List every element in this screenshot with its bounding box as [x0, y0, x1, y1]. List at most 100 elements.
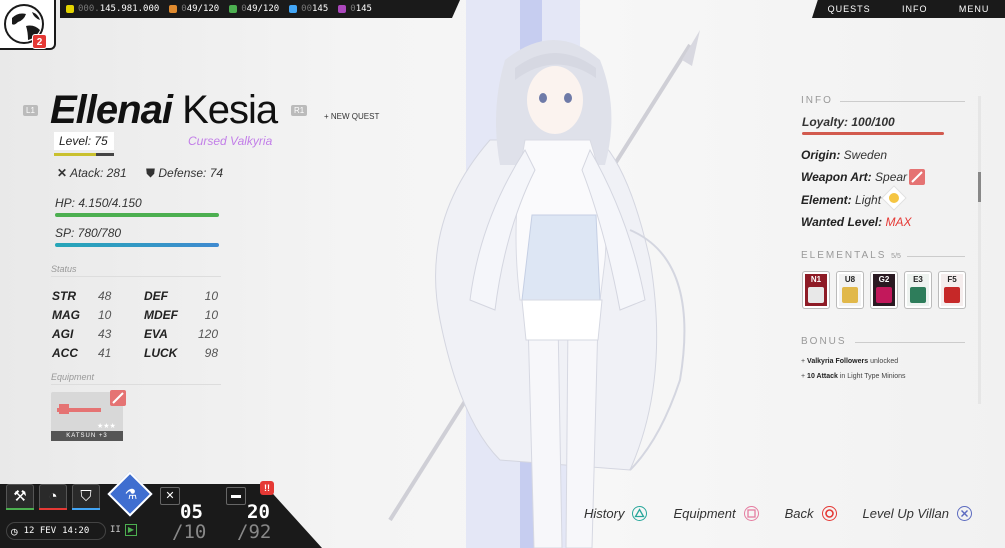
- tools-icon: ⚒: [13, 488, 27, 505]
- elemental-card-u8[interactable]: U8: [837, 272, 863, 308]
- info-button[interactable]: INFO: [902, 4, 928, 14]
- action-prompts: History Equipment Back Level Up Villan: [584, 506, 998, 521]
- equipment-name: KATSUN +3: [51, 431, 123, 441]
- resource-energy: 00 145: [289, 4, 328, 14]
- play-button[interactable]: ▶: [125, 524, 137, 536]
- defense-stat: ⛊ Defense: 74: [146, 166, 224, 180]
- bonus-label: BONUS: [801, 336, 847, 347]
- triangle-button-icon: [632, 506, 648, 521]
- status-row: STR 48 DEF 10: [52, 288, 218, 303]
- elemental-portrait: [910, 287, 926, 303]
- gems-icon: [338, 5, 347, 13]
- loyalty-label: Loyalty: 100/100: [802, 115, 895, 129]
- elemental-cards: N1 U8 G2 E3 F5: [803, 272, 965, 308]
- status-row: AGI 43 EVA 120: [52, 326, 218, 341]
- status-row: MAG 10 MDEF 10: [52, 307, 218, 322]
- units-counter-max: /92: [237, 521, 272, 543]
- bonus-line: + 10 Attack in Light Type Minions: [801, 373, 906, 380]
- status-label: Status: [51, 264, 77, 274]
- circle-button-icon: [821, 506, 837, 521]
- crates-icon: [169, 5, 178, 13]
- status-divider: [51, 276, 221, 277]
- quests-button[interactable]: QUESTS: [828, 4, 871, 14]
- square-button-icon: [743, 506, 759, 521]
- history-action[interactable]: History: [584, 506, 648, 521]
- origin-row: Origin: Sweden: [801, 148, 888, 162]
- character-name: Ellenai Kesia: [50, 86, 278, 134]
- scrollbar-track[interactable]: [978, 96, 981, 404]
- info-divider: [840, 101, 965, 102]
- bonus-line: + Valkyria Followers unlocked: [801, 358, 899, 365]
- level-bar-fill: [54, 153, 96, 156]
- last-name: Kesia: [182, 88, 278, 132]
- energy-icon: [289, 5, 298, 13]
- gun-icon[interactable]: ▬: [226, 487, 246, 505]
- flask-icon: ⚗: [124, 486, 138, 502]
- elemental-card-n1[interactable]: N1: [803, 272, 829, 308]
- loyalty-bar: [802, 132, 944, 135]
- timer-button[interactable]: ◔: [39, 484, 67, 510]
- hp-bar: [55, 213, 219, 217]
- back-action[interactable]: Back: [785, 506, 837, 521]
- battle-icon[interactable]: ✕: [160, 487, 180, 505]
- equipment-action[interactable]: Equipment: [673, 506, 759, 521]
- clock-icon: ◔: [48, 488, 58, 505]
- level-label: Level: 75: [54, 132, 114, 150]
- top-nav: QUESTS INFO MENU: [812, 0, 1005, 18]
- elemental-card-g2[interactable]: G2: [871, 272, 897, 308]
- elementals-label: ELEMENTALS 5/5: [801, 250, 901, 261]
- resource-gems: 0 145: [338, 4, 372, 14]
- elemental-portrait: [944, 287, 960, 303]
- shield-outline-icon: ⛉: [80, 488, 92, 505]
- first-name: Ellenai: [50, 88, 173, 132]
- minions-icon: [229, 5, 238, 13]
- status-grid: STR 48 DEF 10 MAG 10 MDEF 10 AGI 43 EVA 120 ACC 41…: [52, 286, 222, 362]
- resource-credits: 000. 145.981.000: [66, 4, 159, 14]
- level-up-villan-action[interactable]: Level Up Villan: [863, 506, 972, 521]
- info-label: INFO: [801, 95, 833, 106]
- status-row: ACC 41 LUCK 98: [52, 345, 218, 360]
- elemental-card-e3[interactable]: E3: [905, 272, 931, 308]
- world-map-button[interactable]: [0, 0, 56, 50]
- elemental-portrait: [808, 287, 824, 303]
- swords-icon: ✕: [57, 166, 68, 180]
- notification-badge: 2: [32, 34, 47, 49]
- clock-display: ◷ 12 FEV 14:20: [6, 522, 106, 540]
- sp-bar: [55, 243, 219, 247]
- sun-icon: [889, 193, 899, 203]
- clock-small-icon: ◷: [11, 524, 18, 538]
- time-label: 14:20: [62, 526, 90, 536]
- elemental-portrait: [842, 287, 858, 303]
- character-class: Cursed Valkyria: [188, 134, 273, 148]
- alert-badge: !!: [260, 481, 274, 495]
- build-button[interactable]: ⚒: [6, 484, 34, 510]
- scrollbar-thumb[interactable]: [978, 172, 981, 202]
- cross-button-icon: [957, 506, 972, 521]
- resource-crates: 0 49/120: [169, 4, 219, 14]
- new-quest-button[interactable]: + NEW QUEST: [324, 112, 379, 121]
- units-counter: 20: [247, 501, 270, 523]
- bonus-divider: [855, 342, 965, 343]
- pause-button[interactable]: II: [110, 525, 121, 535]
- elemental-card-f5[interactable]: F5: [939, 272, 965, 308]
- next-character-button[interactable]: R1: [291, 105, 308, 116]
- wanted-row: Wanted Level: MAX: [801, 215, 912, 229]
- credits-icon: [66, 5, 74, 13]
- spear-art-icon: [110, 390, 126, 406]
- equipment-divider: [51, 384, 221, 385]
- prev-character-button[interactable]: L1: [23, 105, 38, 116]
- element-row: Element: Light: [801, 193, 882, 207]
- menu-button[interactable]: MENU: [959, 4, 990, 14]
- weapon-art-row: Weapon Art: Spear: [801, 170, 908, 184]
- elementals-divider: [907, 256, 965, 257]
- defense-indicator: [72, 508, 100, 510]
- resource-bar: 000. 145.981.000 0 49/120 0 49/120 00 145 0 145: [60, 0, 460, 18]
- resource-minions: 0 49/120: [229, 4, 279, 14]
- equipment-label: Equipment: [51, 372, 95, 382]
- defense-button[interactable]: ⛉: [72, 484, 100, 510]
- sp-label: SP: 780/780: [55, 226, 122, 240]
- equipment-stars: ★★★: [97, 423, 116, 430]
- elemental-portrait: [876, 287, 892, 303]
- character-illustration: [388, 30, 700, 548]
- build-indicator: [6, 508, 34, 510]
